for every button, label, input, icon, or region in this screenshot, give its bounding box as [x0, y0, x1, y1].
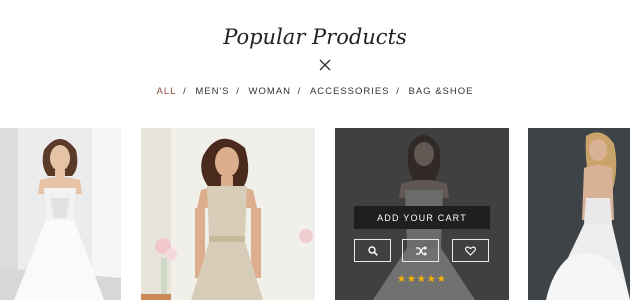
tab-woman[interactable]: WOMAN — [249, 86, 291, 97]
rating-stars: ★★★★★ — [397, 274, 447, 285]
tab-all[interactable]: ALL — [157, 86, 177, 97]
tab-separator: / — [183, 86, 187, 97]
category-tabs: ALL / MEN'S / WOMAN / ACCESSORIES / BAG … — [0, 86, 630, 97]
section-title: Popular Products — [223, 25, 407, 49]
add-to-cart-button[interactable]: ADD YOUR CART — [354, 206, 490, 229]
tab-separator: / — [236, 86, 240, 97]
heart-icon — [465, 246, 476, 256]
tab-separator: / — [297, 86, 302, 97]
compare-button[interactable] — [402, 239, 439, 262]
tab-accessories[interactable]: ACCESSORIES — [310, 86, 390, 97]
search-icon — [367, 245, 378, 256]
tab-mens[interactable]: MEN'S — [195, 86, 229, 97]
product-image[interactable] — [141, 128, 315, 300]
product-image[interactable] — [0, 128, 121, 300]
quick-view-button[interactable] — [354, 239, 391, 262]
shuffle-compare-icon — [415, 245, 427, 256]
tab-bag-shoe[interactable]: BAG &SHOE — [409, 86, 474, 97]
product-card[interactable] — [0, 128, 121, 300]
product-card[interactable] — [141, 128, 315, 300]
product-image[interactable] — [528, 128, 630, 300]
tab-separator: / — [396, 86, 400, 97]
product-card-hover[interactable]: ADD YOUR CART ★★★★★ — [335, 128, 509, 300]
product-card[interactable] — [528, 128, 630, 300]
close-icon[interactable] — [318, 58, 332, 72]
wishlist-button[interactable] — [452, 239, 489, 262]
